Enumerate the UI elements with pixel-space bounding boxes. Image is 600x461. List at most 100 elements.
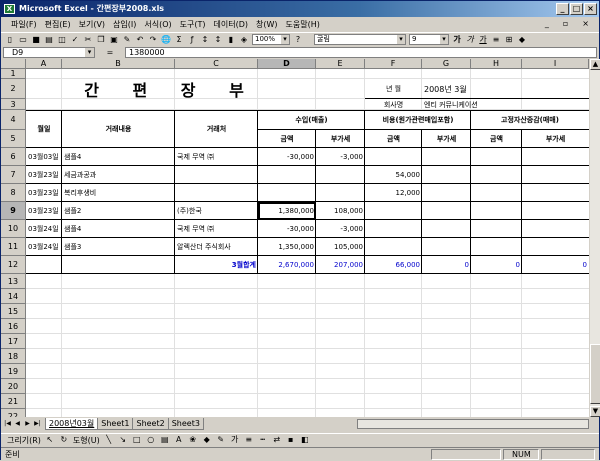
cell-fix-vat[interactable] <box>522 184 589 202</box>
cell-exp-amt[interactable]: 12,000 <box>365 184 422 202</box>
cell-exp-vat[interactable] <box>422 202 471 220</box>
line-icon[interactable]: ╲ <box>104 435 114 445</box>
row-header-6[interactable]: 6 <box>1 148 26 166</box>
vertical-scroll-thumb[interactable] <box>590 344 600 404</box>
row-header-12[interactable]: 12 <box>1 256 26 274</box>
row-header-8[interactable]: 8 <box>1 184 26 202</box>
row-header-9[interactable]: 9 <box>1 202 26 220</box>
row-header-14[interactable]: 14 <box>1 289 26 304</box>
print-preview-icon[interactable]: ◫ <box>57 35 67 45</box>
open-folder-icon[interactable]: ▭ <box>18 35 28 45</box>
menu-format[interactable]: 서식(O) <box>140 19 175 30</box>
border-icon[interactable]: ⊞ <box>504 35 514 45</box>
sheet-title[interactable]: 간 편 장 부 <box>26 79 316 99</box>
company-value[interactable]: 엔티 커뮤니케이션 <box>422 99 522 110</box>
cell-partner[interactable] <box>175 184 258 202</box>
header-amount[interactable]: 금액 <box>365 130 422 148</box>
arrow-icon[interactable]: ↘ <box>118 435 128 445</box>
3d-icon[interactable]: ◧ <box>300 435 310 445</box>
select-objects-icon[interactable]: ↖ <box>45 435 55 445</box>
cell-date[interactable]: 03월23일 <box>26 202 62 220</box>
italic-button[interactable]: 가 <box>465 35 475 45</box>
cell-inc-vat[interactable]: 105,000 <box>316 238 365 256</box>
column-header-g[interactable]: G <box>422 59 471 69</box>
row-header-21[interactable]: 21 <box>1 394 26 409</box>
cell-desc[interactable]: 세금과공과 <box>62 166 175 184</box>
line-style-icon[interactable]: ≡ <box>244 435 254 445</box>
company-label[interactable]: 회사명 <box>365 99 422 110</box>
arrow-style-icon[interactable]: ⇄ <box>272 435 282 445</box>
scroll-up-button[interactable]: ▲ <box>590 59 600 70</box>
row-header-5[interactable]: 5 <box>1 130 26 148</box>
function-icon[interactable]: ƒ <box>187 35 197 45</box>
cell-partner[interactable] <box>175 166 258 184</box>
total-fix-amt[interactable]: 0 <box>471 256 522 274</box>
spreadsheet-grid[interactable]: A B C D E F G H I 1 2 3 4 5 6 7 8 9 10 11 12 13 14 15 16 17 18 19 20… <box>1 59 589 417</box>
total-inc-vat[interactable]: 207,000 <box>316 256 365 274</box>
cell-fix-amt[interactable] <box>471 166 522 184</box>
cell-desc[interactable]: 샘플2 <box>62 202 175 220</box>
column-header-i[interactable]: I <box>522 59 589 69</box>
vertical-scrollbar[interactable]: ▲ ▼ <box>589 59 600 417</box>
menu-tools[interactable]: 도구(T) <box>176 19 210 30</box>
column-header-b[interactable]: B <box>62 59 175 69</box>
cell-date[interactable]: 03월24일 <box>26 220 62 238</box>
cell-partner[interactable]: 알렉산더 주식회사 <box>175 238 258 256</box>
dash-style-icon[interactable]: ┅ <box>258 435 268 445</box>
doc-minimize-button[interactable]: _ <box>541 17 553 31</box>
row-header-15[interactable]: 15 <box>1 304 26 319</box>
row-header-11[interactable]: 11 <box>1 238 26 256</box>
menu-window[interactable]: 창(W) <box>252 19 282 30</box>
menu-data[interactable]: 데이터(D) <box>210 19 252 30</box>
autoshapes-menu-button[interactable]: 도형(U) <box>73 435 100 446</box>
row-header-1[interactable]: 1 <box>1 69 26 79</box>
print-icon[interactable]: ▤ <box>44 35 54 45</box>
name-box[interactable]: D9 <box>3 47 95 58</box>
cell-exp-amt[interactable] <box>365 202 422 220</box>
oval-icon[interactable]: ○ <box>146 435 156 445</box>
row-header-10[interactable]: 10 <box>1 220 26 238</box>
menu-file[interactable]: 파일(F) <box>7 19 41 30</box>
header-vat[interactable]: 부가세 <box>522 130 589 148</box>
active-cell-d9[interactable]: 1,380,000 <box>258 202 316 220</box>
cell-desc[interactable]: 복리후생비 <box>62 184 175 202</box>
header-amount[interactable]: 금액 <box>258 130 316 148</box>
year-month-label[interactable]: 년 월 <box>365 79 422 99</box>
prev-sheet-icon[interactable]: ◀ <box>13 419 22 429</box>
cell-desc[interactable]: 샘플3 <box>62 238 175 256</box>
select-all-corner[interactable] <box>1 59 26 69</box>
total-exp-amt[interactable]: 66,000 <box>365 256 422 274</box>
cell-fix-vat[interactable] <box>522 148 589 166</box>
cell-date[interactable]: 03월24일 <box>26 238 62 256</box>
sort-ascending-icon[interactable]: ↕ <box>200 35 210 45</box>
row-header-18[interactable]: 18 <box>1 349 26 364</box>
close-button[interactable]: × <box>584 3 597 15</box>
cell-fix-amt[interactable] <box>471 238 522 256</box>
line-color-icon[interactable]: ✎ <box>216 435 226 445</box>
cell-fix-amt[interactable] <box>471 184 522 202</box>
rectangle-icon[interactable]: □ <box>132 435 142 445</box>
doc-close-button[interactable]: × <box>578 17 593 31</box>
cell-partner[interactable]: 국제 무역 ㈜ <box>175 220 258 238</box>
header-expense[interactable]: 비용(원가관련매입포함) <box>365 110 471 130</box>
row-header-7[interactable]: 7 <box>1 166 26 184</box>
cell-exp-vat[interactable] <box>422 184 471 202</box>
header-fixed[interactable]: 고정자산증감(매매) <box>471 110 589 130</box>
cell-inc-amt[interactable] <box>258 166 316 184</box>
column-header-f[interactable]: F <box>365 59 422 69</box>
cell-exp-vat[interactable] <box>422 238 471 256</box>
redo-icon[interactable]: ↷ <box>148 35 158 45</box>
cell-desc[interactable]: 샘플4 <box>62 148 175 166</box>
cell-date[interactable]: 03월23일 <box>26 184 62 202</box>
clipart-icon[interactable]: ❀ <box>188 435 198 445</box>
sheet-tab-sheet3[interactable]: Sheet3 <box>167 418 204 430</box>
autosum-icon[interactable]: Σ <box>174 35 184 45</box>
minimize-button[interactable]: _ <box>556 3 569 15</box>
sheet-tab-2008-03[interactable]: 2008년03월 <box>45 418 99 430</box>
cell-date[interactable]: 03월03일 <box>26 148 62 166</box>
next-sheet-icon[interactable]: ▶ <box>23 419 32 429</box>
formula-input[interactable]: 1380000 <box>125 47 597 58</box>
cell-exp-vat[interactable] <box>422 220 471 238</box>
row-header-16[interactable]: 16 <box>1 319 26 334</box>
menu-insert[interactable]: 삽입(I) <box>109 19 140 30</box>
